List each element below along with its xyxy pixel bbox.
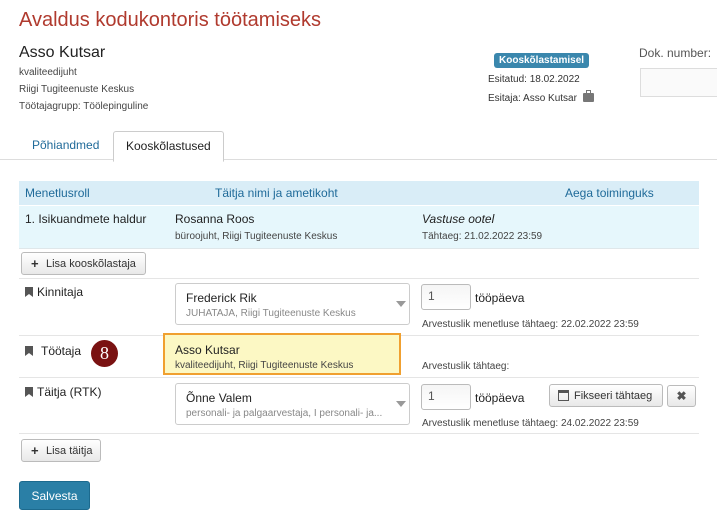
doc-number-label: Dok. number: [639, 46, 712, 60]
fix-deadline-label: Fikseeri tähtaeg [574, 390, 653, 402]
chevron-down-icon [396, 301, 406, 307]
row-status: Vastuse ootel [422, 212, 495, 226]
row-title: büroojuht, Riigi Tugiteenuste Keskus [175, 231, 338, 242]
tootaja-title: kvaliteedijuht, Riigi Tugiteenuste Kesku… [175, 360, 354, 371]
add-executor-button[interactable]: + Lisa täitja [21, 439, 101, 462]
row-name: Rosanna Roos [175, 212, 255, 226]
bookmark-icon [25, 287, 33, 297]
row-divider [19, 433, 699, 434]
row-deadline: Tähtaeg: 21.02.2022 23:59 [422, 231, 543, 242]
briefcase-icon [582, 90, 594, 102]
tootaja-deadline: Arvestuslik tähtaeg: [422, 361, 510, 372]
taitja-select[interactable]: Õnne Valem personali- ja palgaarvestaja,… [175, 383, 410, 425]
user-name: Asso Kutsar [19, 44, 106, 61]
kinnitaja-deadline: Arvestuslik menetluse tähtaeg: 22.02.202… [422, 319, 639, 330]
kinnitaja-select[interactable]: Frederick Rik JUHATAJA, Riigi Tugiteenus… [175, 283, 410, 325]
tootaja-highlight: Asso Kutsar kvaliteedijuht, Riigi Tugite… [163, 333, 401, 375]
submitter-text: Esitaja: Asso Kutsar [488, 93, 577, 104]
submitted-date: Esitatud: 18.02.2022 [488, 74, 580, 85]
taitja-days-unit: tööpäeva [475, 391, 525, 405]
role-tootaja: Töötaja [41, 344, 82, 358]
bookmark-icon [25, 387, 33, 397]
save-button[interactable]: Salvesta [19, 481, 90, 510]
table-header: Menetlusroll Täitja nimi ja ametikoht Ae… [19, 181, 699, 205]
step-number-badge: 8 [91, 340, 118, 367]
table-row: 1. Isikuandmete haldur Rosanna Roos büro… [19, 206, 699, 249]
header-role: Menetlusroll [25, 186, 90, 200]
doc-number-field [640, 68, 717, 97]
plus-icon: + [31, 443, 39, 458]
taitja-name: Õnne Valem [186, 391, 252, 405]
tab-pohiandmed[interactable]: Põhiandmed [20, 131, 111, 159]
row-divider [19, 377, 699, 378]
taitja-deadline: Arvestuslik menetluse tähtaeg: 24.02.202… [422, 418, 639, 429]
kinnitaja-name: Frederick Rik [186, 291, 257, 305]
page-title: Avaldus kodukontoris töötamiseks [19, 9, 322, 31]
user-position: kvaliteedijuht [19, 67, 77, 78]
add-executor-label: Lisa täitja [46, 445, 93, 457]
tab-kooskolastused[interactable]: Kooskõlastused [113, 131, 224, 162]
role-taitja: Täitja (RTK) [37, 385, 102, 399]
plus-icon: + [31, 256, 39, 271]
add-approver-button[interactable]: + Lisa kooskõlastaja [21, 252, 146, 275]
row-divider [19, 278, 699, 279]
add-approver-label: Lisa kooskõlastaja [46, 258, 136, 270]
user-group: Töötajagrupp: Töölepinguline [19, 101, 149, 112]
kinnitaja-days-unit: tööpäeva [475, 291, 525, 305]
header-time: Aega toiminguks [565, 186, 654, 200]
fix-deadline-button[interactable]: Fikseeri tähtaeg [549, 384, 663, 407]
taitja-title: personali- ja palgaarvestaja, I personal… [186, 408, 383, 419]
header-executor: Täitja nimi ja ametikoht [215, 186, 338, 200]
chevron-down-icon [396, 401, 406, 407]
taitja-days-input[interactable]: 1 [421, 384, 471, 410]
user-org: Riigi Tugiteenuste Keskus [19, 84, 135, 95]
bookmark-icon [25, 346, 33, 356]
submitter: Esitaja: Asso Kutsar [488, 90, 594, 104]
row-role: 1. Isikuandmete haldur [25, 212, 147, 226]
kinnitaja-days-input[interactable]: 1 [421, 284, 471, 310]
remove-icon[interactable]: ✖ [667, 385, 696, 407]
tootaja-name: Asso Kutsar [175, 343, 240, 357]
status-badge: Kooskõlastamisel [494, 53, 590, 68]
tab-bar [0, 159, 717, 160]
kinnitaja-title: JUHATAJA, Riigi Tugiteenuste Keskus [186, 308, 356, 319]
role-kinnitaja: Kinnitaja [37, 285, 84, 299]
calendar-icon [558, 390, 569, 401]
